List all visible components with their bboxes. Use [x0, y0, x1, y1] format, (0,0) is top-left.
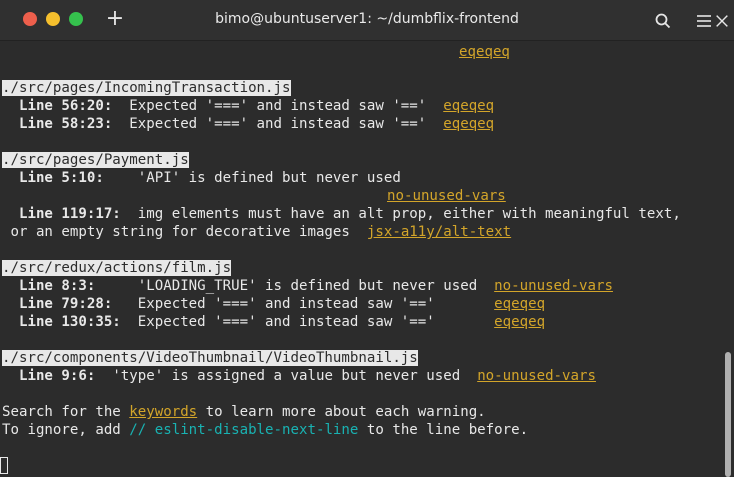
terminal-window: + bimo@ubuntuserver1: ~/dumbflix-fronten…: [0, 0, 734, 477]
rule-link[interactable]: no-unused-vars: [387, 187, 506, 205]
footer-search-line: Search for the keywords to learn more ab…: [2, 404, 486, 420]
rule-link[interactable]: eqeqeq: [443, 116, 494, 132]
warning-row: Line 130:35: Expected '===' and instead …: [2, 314, 546, 330]
rule-link[interactable]: no-unused-vars: [494, 278, 613, 294]
warning-row: Line 5:10: 'API' is defined but never us…: [2, 170, 401, 186]
file-path: ./src/redux/actions/film.js: [2, 260, 232, 276]
warning-row: Line 9:6: 'type' is assigned a value but…: [2, 368, 596, 384]
rule-link[interactable]: no-unused-vars: [477, 368, 596, 384]
footer-ignore-line: To ignore, add // eslint-disable-next-li…: [2, 422, 529, 438]
warning-row: Line 119:17: img elements must have an a…: [2, 206, 681, 222]
warning-row: Line 79:28: Expected '===' and instead s…: [2, 296, 546, 312]
terminal-output[interactable]: eqeqeq ./src/pages/IncomingTransaction.j…: [0, 41, 734, 477]
title-bar: + bimo@ubuntuserver1: ~/dumbflix-fronten…: [0, 0, 734, 41]
scrollbar[interactable]: [725, 352, 731, 477]
warning-row-continuation: or an empty string for decorative images…: [2, 224, 512, 240]
file-path: ./src/components/VideoThumbnail/VideoThu…: [2, 350, 418, 366]
warning-row: Line 8:3: 'LOADING_TRUE' is defined but …: [2, 278, 613, 294]
close-icon[interactable]: [714, 13, 730, 29]
rule-link[interactable]: eqeqeq: [494, 296, 545, 312]
file-path: ./src/pages/IncomingTransaction.js: [2, 80, 291, 96]
warning-row: Line 58:23: Expected '===' and instead s…: [2, 116, 495, 132]
hamburger-menu-icon[interactable]: [695, 12, 713, 30]
keywords-link[interactable]: keywords: [129, 404, 197, 420]
search-icon[interactable]: [654, 12, 672, 30]
window-title: bimo@ubuntuserver1: ~/dumbflix-frontend: [215, 11, 519, 27]
file-path: ./src/pages/Payment.js: [2, 152, 189, 168]
rule-link[interactable]: eqeqeq: [494, 314, 545, 330]
rule-link[interactable]: eqeqeq: [443, 98, 494, 114]
rule-link[interactable]: eqeqeq: [459, 43, 510, 61]
warning-row: Line 56:20: Expected '===' and instead s…: [2, 98, 495, 114]
terminal-cursor: [0, 457, 8, 474]
rule-link[interactable]: jsx-a11y/alt-text: [367, 224, 511, 240]
eslint-disable-comment: // eslint-disable-next-line: [129, 422, 359, 438]
